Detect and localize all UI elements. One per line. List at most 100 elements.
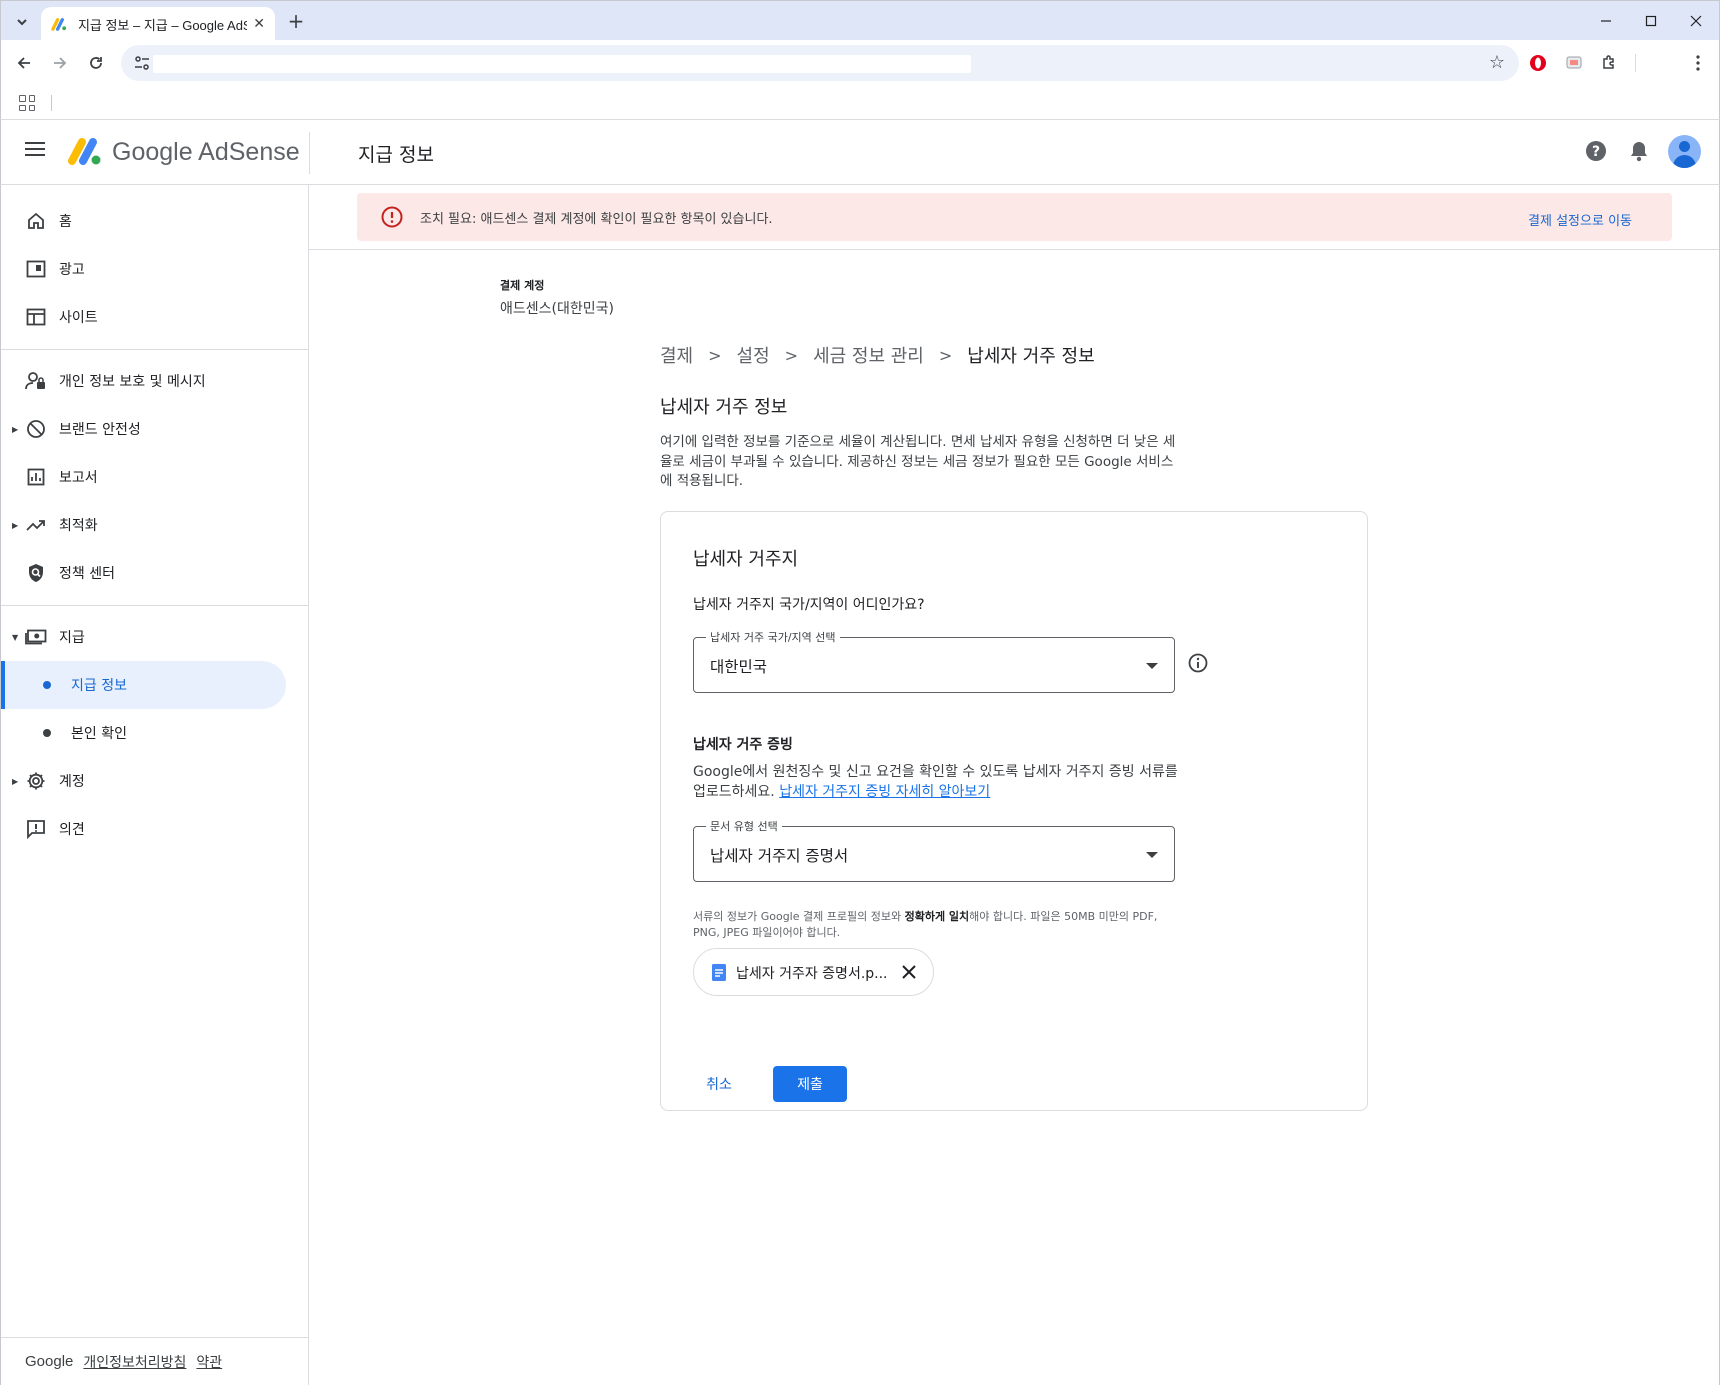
account-avatar[interactable] — [1668, 135, 1701, 168]
block-icon — [25, 418, 47, 440]
sidebar-item-label: 지급 — [59, 630, 85, 646]
sidebar-item-label: 계정 — [59, 774, 85, 790]
card-title: 납세자 거주지 — [693, 549, 799, 570]
tab-title: 지급 정보 – 지급 – Google AdSense — [77, 17, 247, 33]
document-type-select[interactable]: 문서 유형 선택 납세자 거주지 증명서 — [693, 818, 1175, 882]
arrow-forward-icon — [54, 57, 67, 69]
sidebar-item-label: 본인 확인 — [71, 726, 127, 742]
browser-tab-bar: 지급 정보 – 지급 – Google AdSense ✕ + — [0, 0, 1720, 41]
sidebar-item-payments[interactable]: ▼ 지급 — [1, 613, 286, 661]
collapse-arrow-icon: ▼ — [12, 632, 19, 642]
error-icon — [381, 206, 403, 228]
payments-icon — [25, 626, 47, 648]
sidebar-item-policy-center[interactable]: 정책 센터 — [1, 549, 286, 597]
sidebar-item-account[interactable]: ▶ 계정 — [1, 757, 286, 805]
close-window-button[interactable] — [1673, 7, 1719, 35]
bookmark-star-icon[interactable]: ☆ — [1489, 52, 1505, 73]
chevron-right-icon: > — [708, 345, 722, 365]
payment-account-value: 애드센스(대한민국) — [500, 301, 614, 317]
dropdown-arrow-icon — [1146, 663, 1158, 669]
sidebar-item-label: 광고 — [59, 262, 85, 278]
breadcrumb-item-payments[interactable]: 결제 — [660, 342, 693, 368]
bullet-icon — [43, 681, 51, 689]
sidebar-item-feedback[interactable]: 의견 — [1, 805, 286, 853]
forward-button[interactable] — [46, 49, 74, 77]
sidebar-divider — [1, 349, 309, 350]
sidebar-item-label: 보고서 — [59, 470, 98, 486]
sidebar-item-label: 개인 정보 보호 및 메시지 — [59, 374, 206, 390]
remove-file-close-icon[interactable] — [900, 963, 918, 981]
sidebar-item-brand-safety[interactable]: ▶ 브랜드 안전성 — [1, 405, 286, 453]
cast-extension-icon[interactable] — [1563, 52, 1585, 74]
trending-up-icon — [25, 514, 47, 536]
privacy-icon — [25, 370, 47, 392]
back-button[interactable] — [10, 49, 38, 77]
site-info-icon[interactable] — [133, 54, 151, 72]
reload-button[interactable] — [82, 49, 110, 77]
apps-grid-icon[interactable] — [19, 95, 35, 111]
sidebar-item-home[interactable]: 홈 — [1, 197, 286, 245]
sidebar-item-label: 최적화 — [59, 518, 98, 534]
browser-tab-active[interactable]: 지급 정보 – 지급 – Google AdSense ✕ — [41, 7, 275, 41]
sidebar-divider — [1, 605, 309, 606]
sidebar-item-optimization[interactable]: ▶ 최적화 — [1, 501, 286, 549]
sidebar-item-payment-info[interactable]: 지급 정보 — [1, 661, 286, 709]
privacy-policy-link[interactable]: 개인정보처리방침 — [83, 1352, 186, 1372]
product-name: Google AdSense — [112, 138, 300, 166]
cancel-button[interactable]: 취소 — [697, 1066, 741, 1102]
menu-icon[interactable] — [25, 142, 45, 156]
upload-hint-emphasis: 정확하게 일치 — [904, 910, 970, 923]
expand-arrow-icon: ▶ — [12, 520, 19, 530]
reports-icon — [25, 466, 47, 488]
sidebar-footer: Google 개인정보처리방침 약관 — [1, 1337, 309, 1385]
policy-shield-icon — [25, 562, 47, 584]
country-question: 납세자 거주지 국가/지역이 어디인가요? — [693, 597, 925, 613]
breadcrumb-item-tax-info[interactable]: 세금 정보 관리 — [813, 342, 924, 368]
ads-icon — [25, 258, 47, 280]
info-icon[interactable] — [1187, 652, 1209, 674]
proof-learn-more-link[interactable]: 납세자 거주지 증빙 자세히 알아보기 — [779, 784, 990, 800]
browser-menu-icon[interactable] — [1687, 52, 1709, 74]
sidebar-item-privacy-messaging[interactable]: 개인 정보 보호 및 메시지 — [1, 357, 286, 405]
expand-arrow-icon: ▶ — [12, 776, 19, 786]
notifications-bell-icon[interactable] — [1626, 138, 1652, 164]
svg-text:?: ? — [1592, 144, 1600, 160]
sidebar-item-label: 정책 센터 — [59, 566, 115, 582]
content-divider — [309, 249, 1719, 250]
tab-search-button[interactable] — [9, 9, 35, 35]
toolbar-divider — [1635, 54, 1636, 72]
uploaded-file-chip[interactable]: 납세자 거주자 증명서.p... — [693, 948, 934, 996]
chevron-right-icon: > — [784, 345, 799, 365]
extensions-puzzle-icon[interactable] — [1598, 52, 1620, 74]
chevron-right-icon: > — [938, 345, 953, 365]
new-tab-button[interactable]: + — [283, 9, 309, 35]
submit-button[interactable]: 제출 — [773, 1066, 847, 1102]
address-bar[interactable]: ☆ — [121, 45, 1519, 81]
sidebar-item-identity-verification[interactable]: 본인 확인 — [1, 709, 286, 757]
reload-icon — [90, 57, 102, 69]
sidebar-item-label: 홈 — [59, 214, 72, 230]
section-description: 여기에 입력한 정보를 기준으로 세율이 계산됩니다. 면세 납세자 유형을 신… — [660, 434, 1176, 489]
country-select[interactable]: 납세자 거주 국가/지역 선택 대한민국 — [693, 629, 1175, 693]
bullet-icon — [43, 729, 51, 737]
bookmarks-divider — [51, 95, 52, 111]
sidebar-item-reports[interactable]: 보고서 — [1, 453, 286, 501]
sidebar-item-sites[interactable]: 사이트 — [1, 293, 286, 341]
proof-title: 납세자 거주 증빙 — [693, 737, 793, 753]
sidebar-item-ads[interactable]: 광고 — [1, 245, 286, 293]
terms-link[interactable]: 약관 — [196, 1352, 222, 1372]
tab-close-icon[interactable]: ✕ — [253, 16, 265, 32]
help-icon[interactable]: ? — [1583, 138, 1609, 164]
maximize-button[interactable] — [1628, 7, 1674, 35]
home-icon — [25, 210, 47, 232]
settings-gear-icon — [25, 770, 47, 792]
go-to-payment-settings-link[interactable]: 결제 설정으로 이동 — [1528, 210, 1632, 229]
document-icon — [712, 964, 726, 981]
opera-extension-icon[interactable] — [1527, 52, 1549, 74]
breadcrumb-item-settings[interactable]: 설정 — [737, 342, 770, 368]
minimize-button[interactable] — [1583, 7, 1629, 35]
upload-hint-text: 서류의 정보가 Google 결제 프로필의 정보와 — [693, 910, 905, 923]
feedback-icon — [25, 818, 47, 840]
document-type-label: 문서 유형 선택 — [706, 818, 782, 834]
url-text[interactable] — [153, 55, 971, 73]
